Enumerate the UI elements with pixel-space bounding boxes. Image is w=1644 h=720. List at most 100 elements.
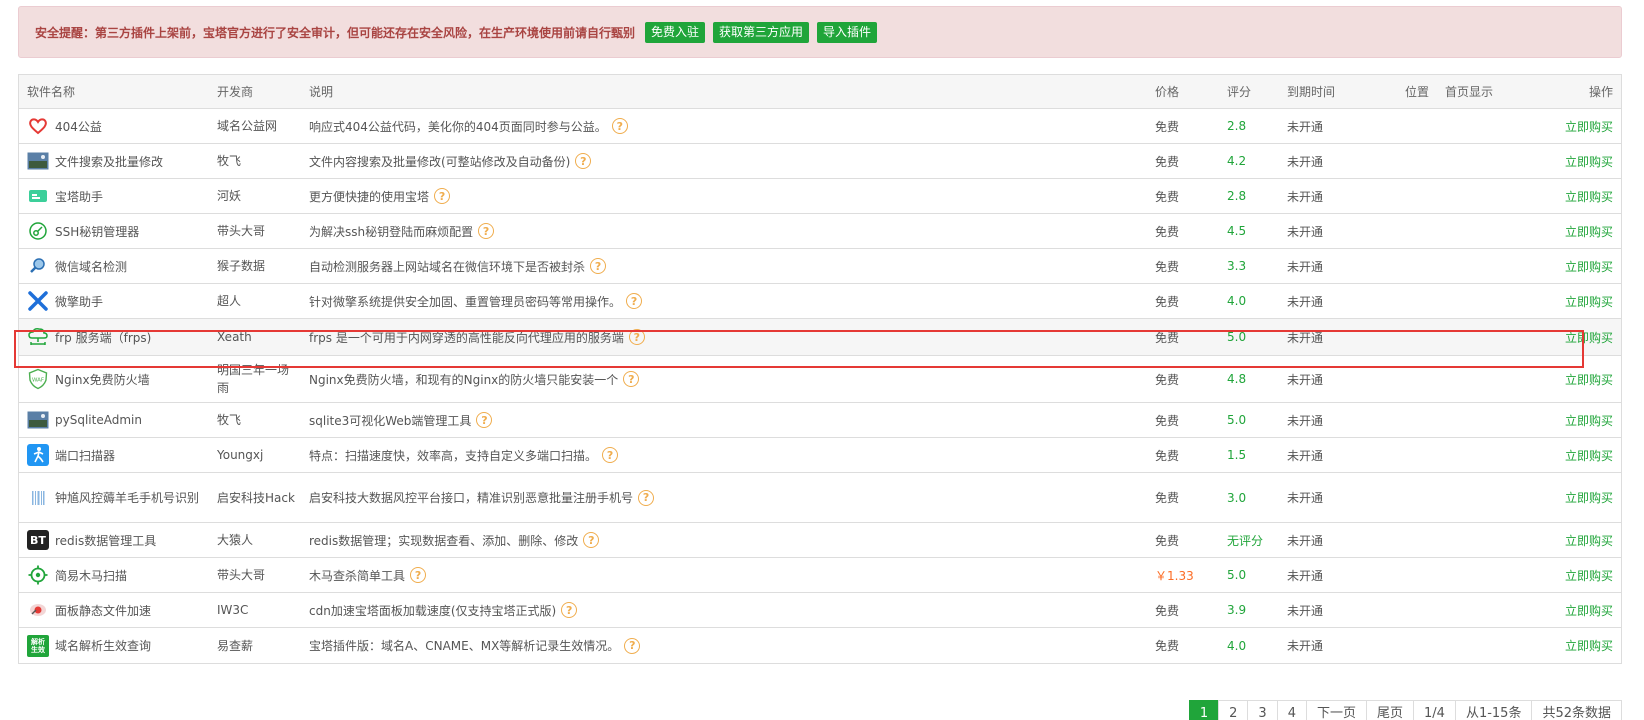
help-icon[interactable]: ?	[624, 637, 641, 654]
help-icon[interactable]: ?	[611, 118, 628, 134]
free-join-button[interactable]: 免费入驻	[645, 21, 706, 43]
header-homepage: 首页显示	[1445, 85, 1494, 99]
plugin-name: frp 服务端（frps)	[55, 330, 152, 345]
plugin-description-cell: 启安科技大数据风控平台接口，精准识别恶意批量注册手机号?	[309, 473, 655, 522]
header-position: 位置	[1405, 85, 1430, 99]
help-icon[interactable]: ?	[434, 188, 451, 204]
next-page-button[interactable]: 下一页	[1305, 700, 1366, 720]
buy-now-link[interactable]: 立即购买	[1565, 249, 1613, 283]
buy-now-link[interactable]: 立即购买	[1565, 523, 1613, 557]
last-page-button[interactable]: 尾页	[1366, 700, 1414, 720]
plugin-expire: 未开通	[1287, 533, 1324, 548]
page-1[interactable]: 1	[1188, 700, 1219, 720]
plugin-score: 无评分	[1227, 533, 1264, 548]
header-price: 价格	[1155, 85, 1180, 99]
plugin-name: 域名解析生效查询	[55, 639, 152, 653]
plugin-description: 针对微擎系统提供安全加固、重置管理员密码等常用操作。	[309, 294, 622, 309]
plugin-developer: 牧飞	[217, 154, 242, 168]
plugin-description: 启安科技大数据风控平台接口，精准识别恶意批量注册手机号	[309, 491, 634, 505]
plugin-score: 3.3	[1227, 259, 1247, 273]
plugin-name-cell: frp 服务端（frps)	[27, 319, 151, 355]
plugin-name: 文件搜索及批量修改	[55, 154, 164, 169]
help-icon[interactable]: ?	[626, 293, 643, 309]
plugin-developer: Xeath	[217, 330, 252, 344]
plugin-name-cell: 面板静态文件加速	[27, 593, 151, 627]
target-icon	[27, 564, 49, 586]
help-icon[interactable]: ?	[623, 371, 640, 387]
help-icon[interactable]: ?	[583, 532, 600, 548]
plugin-name-cell: 文件搜索及批量修改	[27, 144, 163, 178]
header-op: 操作	[1588, 85, 1613, 99]
buy-now-link[interactable]: 立即购买	[1565, 284, 1613, 318]
help-icon[interactable]: ?	[602, 447, 619, 463]
total-count: 共52条数据	[1531, 700, 1622, 720]
plugin-price: 免费	[1155, 639, 1180, 653]
help-icon[interactable]: ?	[628, 329, 645, 345]
dns-icon: 解析生效	[27, 634, 49, 657]
plugin-description: sqlite3可视化Web端管理工具	[309, 413, 472, 428]
import-plugin-button[interactable]: 导入插件	[817, 21, 878, 43]
plugin-name: 简易木马扫描	[55, 568, 128, 583]
plugin-description: 更方便快捷的使用宝塔	[309, 189, 430, 204]
page-2[interactable]: 2	[1218, 700, 1248, 720]
table-row: 微信域名检测 猴子数据 自动检测服务器上网站域名在微信环境下是否被封杀? 免费 3.3 未…	[19, 249, 1621, 284]
plugin-developer: 明国三年一场雨	[217, 363, 290, 395]
plugin-developer: IW3C	[217, 603, 249, 617]
buy-now-link[interactable]: 立即购买	[1565, 403, 1613, 437]
plugin-name-cell: SSH秘钥管理器	[27, 214, 139, 248]
help-icon[interactable]: ?	[478, 223, 495, 239]
help-icon[interactable]: ?	[561, 602, 578, 618]
buy-now-link[interactable]: 立即购买	[1565, 179, 1613, 213]
plugin-name: 404公益	[55, 119, 102, 134]
plugin-name-cell: 端口扫描器	[27, 438, 115, 472]
barcode-icon	[27, 487, 49, 509]
buy-now-link[interactable]: 立即购买	[1565, 473, 1613, 522]
alert-text: 安全提醒：第三方插件上架前，宝塔官方进行了安全审计，但可能还存在安全风险，在生产…	[35, 25, 636, 40]
plugin-description-cell: redis数据管理；实现数据查看、添加、删除、修改?	[309, 523, 600, 557]
buy-now-link[interactable]: 立即购买	[1565, 109, 1613, 143]
plugin-description-cell: cdn加速宝塔面板加载速度(仅支持宝塔正式版)?	[309, 593, 578, 627]
plugin-description-cell: 特点：扫描速度快，效率高，支持自定义多端口扫描。?	[309, 438, 619, 472]
header-dev: 开发商	[217, 85, 254, 99]
buy-now-link[interactable]: 立即购买	[1565, 214, 1613, 248]
page-3[interactable]: 3	[1247, 700, 1277, 720]
buy-now-link[interactable]: 立即购买	[1565, 144, 1613, 178]
plugin-name: 钟馗风控薅羊毛手机号识别	[55, 491, 200, 505]
table-row: 文件搜索及批量修改 牧飞 文件内容搜索及批量修改(可整站修改及自动备份)? 免费 4.2…	[19, 144, 1621, 179]
help-icon[interactable]: ?	[410, 567, 427, 583]
plugin-developer: 域名公益网	[217, 119, 278, 133]
pagination: 1 2 3 4 下一页 尾页 1/4 从1-15条 共52条数据	[1188, 700, 1622, 720]
table-row: BT redis数据管理工具 大猿人 redis数据管理；实现数据查看、添加、删除、修…	[19, 523, 1621, 558]
get-third-party-app-button[interactable]: 获取第三方应用	[713, 21, 810, 43]
plugin-developer: 大猿人	[217, 533, 254, 547]
picture-icon	[27, 409, 49, 431]
buy-now-link[interactable]: 立即购买	[1565, 438, 1613, 472]
plugin-developer: 超人	[217, 294, 242, 308]
help-icon[interactable]: ?	[590, 258, 607, 274]
header-name: 软件名称	[27, 85, 76, 99]
page-4[interactable]: 4	[1276, 700, 1306, 720]
buy-now-link[interactable]: 立即购买	[1565, 558, 1613, 592]
plugin-description: redis数据管理；实现数据查看、添加、删除、修改	[309, 533, 579, 548]
plugin-name-cell: 宝塔助手	[27, 179, 103, 213]
plugin-description-cell: 自动检测服务器上网站域名在微信环境下是否被封杀?	[309, 249, 607, 283]
plugin-description: 木马查杀简单工具	[309, 568, 406, 583]
svg-text:WAF: WAF	[32, 378, 44, 384]
assistant-icon	[27, 185, 49, 207]
buy-now-link[interactable]: 立即购买	[1565, 593, 1613, 627]
plugin-description: Nginx免费防火墙，和现有的Nginx的防火墙只能安装一个	[309, 372, 619, 387]
plugin-name-cell: BT redis数据管理工具	[27, 523, 156, 557]
plugin-name-cell: 微擎助手	[27, 284, 103, 318]
buy-now-link[interactable]: 立即购买	[1565, 628, 1613, 663]
help-icon[interactable]: ?	[476, 412, 493, 428]
buy-now-link[interactable]: 立即购买	[1565, 319, 1613, 355]
plugin-table: 软件名称 开发商 说明 价格 评分 到期时间 位置 首页显示 操作 404公益域…	[18, 74, 1622, 664]
bt-icon: BT	[27, 529, 49, 551]
network-icon	[27, 326, 49, 348]
buy-now-link[interactable]: 立即购买	[1565, 356, 1613, 402]
help-icon[interactable]: ?	[575, 153, 592, 169]
table-row: WAF Nginx免费防火墙 明国三年一场雨 Nginx免费防火墙，和现有的Nginx…	[19, 356, 1621, 403]
plugin-price: 免费	[1155, 189, 1180, 204]
help-icon[interactable]: ?	[638, 489, 655, 506]
plugin-price: 免费	[1155, 154, 1180, 169]
